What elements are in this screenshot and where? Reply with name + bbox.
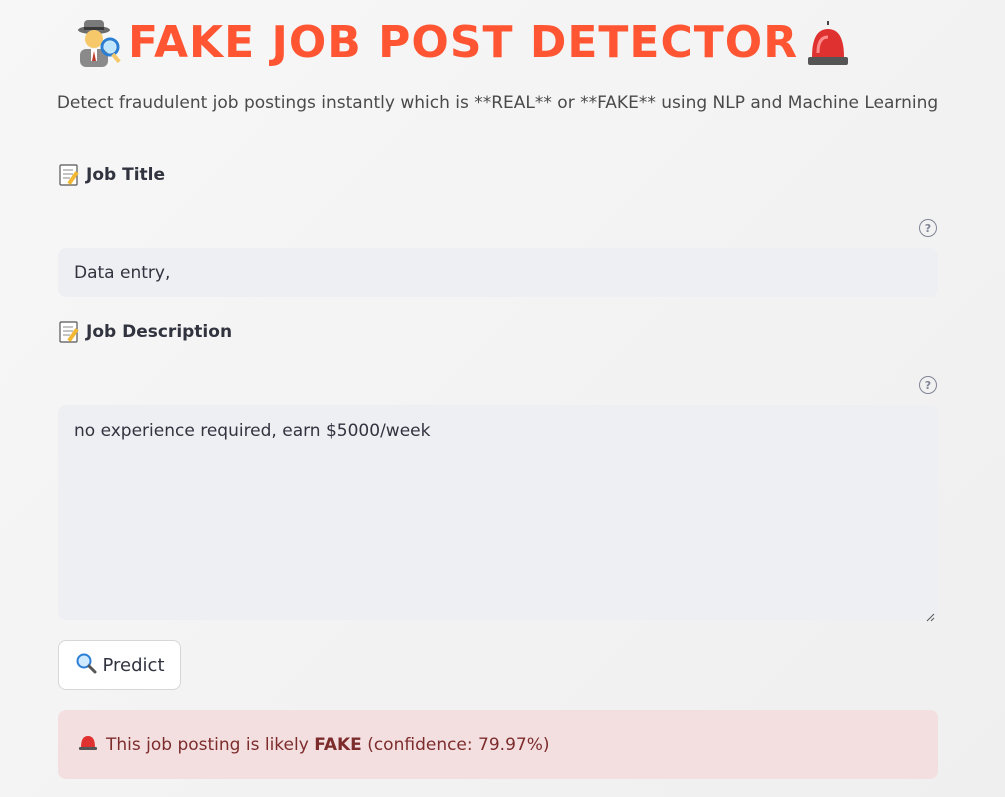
help-icon[interactable]: ?	[919, 219, 937, 237]
memo-icon	[58, 163, 82, 187]
result-prefix: This job posting is likely	[106, 734, 309, 755]
job-title-label-text: Job Title	[86, 165, 165, 185]
job-description-value: no experience required, earn $5000/week	[74, 421, 431, 441]
job-title-input[interactable]: Data entry,	[58, 248, 938, 297]
siren-icon	[78, 733, 98, 756]
predict-button[interactable]: Predict	[58, 640, 181, 690]
result-verdict: FAKE	[314, 734, 362, 755]
page-title: FAKE JOB POST DETECTOR	[128, 17, 799, 68]
job-description-textarea[interactable]: no experience required, earn $5000/week	[58, 405, 938, 622]
job-description-label: Job Description	[58, 320, 232, 344]
page-header: FAKE JOB POST DETECTOR	[72, 14, 854, 72]
job-description-label-text: Job Description	[86, 322, 233, 342]
result-text: This job posting is likely FAKE (confide…	[106, 735, 549, 755]
page-subtitle: Detect fraudulent job postings instantly…	[56, 93, 939, 113]
help-icon[interactable]: ?	[919, 376, 937, 394]
job-title-label: Job Title	[58, 163, 165, 187]
result-confidence: (confidence: 79.97%)	[367, 734, 550, 755]
resize-handle-icon[interactable]	[925, 607, 935, 622]
result-alert: This job posting is likely FAKE (confide…	[58, 710, 938, 779]
memo-icon	[58, 320, 82, 344]
predict-button-label: Predict	[102, 654, 165, 676]
detective-emoji-icon	[72, 17, 124, 69]
siren-emoji-icon	[802, 17, 854, 69]
magnifier-icon	[75, 652, 97, 679]
